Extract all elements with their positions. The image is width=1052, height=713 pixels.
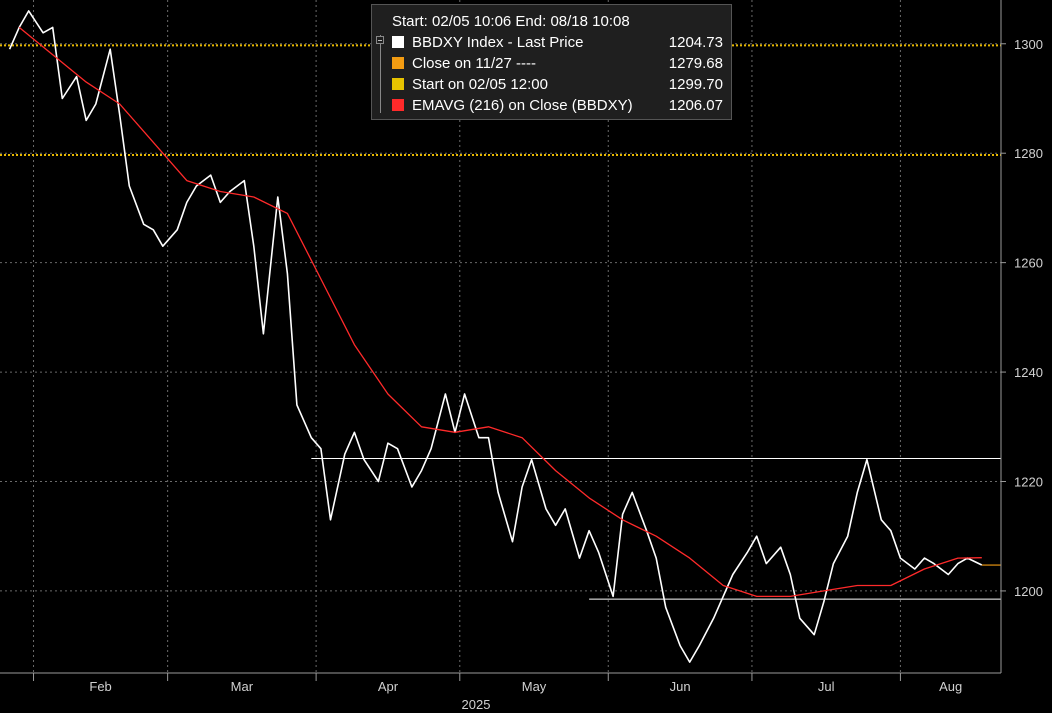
legend-value: 1299.70 (668, 76, 723, 93)
legend-label: Close on 11/27 ---- (412, 55, 536, 72)
y-tick-label: 1260 (1014, 256, 1043, 271)
x-tick-label: Apr (378, 679, 399, 694)
x-tick-label: Jun (670, 679, 691, 694)
legend-value: 1204.73 (668, 34, 723, 51)
y-tick-label: 1300 (1014, 37, 1043, 52)
y-tick-label: 1200 (1014, 584, 1043, 599)
x-tick-label: Aug (939, 679, 962, 694)
y-tick-label: 1240 (1014, 365, 1043, 380)
x-tick-label: May (522, 679, 547, 694)
legend-swatch (392, 78, 404, 90)
legend-label: EMAVG (216) on Close (BBDXY) (412, 97, 633, 114)
legend-label: BBDXY Index - Last Price (412, 34, 584, 51)
legend-item-start: Start on 02/05 12:00 1299.70 (392, 74, 723, 95)
x-tick-label: Mar (231, 679, 254, 694)
x-tick-label: Feb (89, 679, 111, 694)
legend-item-close: Close on 11/27 ---- 1279.68 (392, 53, 723, 74)
y-tick-label: 1220 (1014, 474, 1043, 489)
legend-tree-line (380, 35, 382, 113)
legend-swatch (392, 36, 404, 48)
legend-header: Start: 02/05 10:06 End: 08/18 10:08 (392, 13, 630, 30)
legend-box: Start: 02/05 10:06 End: 08/18 10:08 BBDX… (371, 4, 732, 120)
legend-value: 1206.07 (668, 97, 723, 114)
x-tick-label: Jul (818, 679, 835, 694)
legend-swatch (392, 99, 404, 111)
legend-label: Start on 02/05 12:00 (412, 76, 548, 93)
collapse-icon[interactable] (376, 36, 384, 44)
legend-item-last-price: BBDXY Index - Last Price 1204.73 (392, 32, 723, 53)
legend-item-emavg: EMAVG (216) on Close (BBDXY) 1206.07 (392, 95, 723, 116)
y-tick-label: 1280 (1014, 146, 1043, 161)
legend-value: 1279.68 (668, 55, 723, 72)
legend-swatch (392, 57, 404, 69)
year-label: 2025 (462, 697, 491, 712)
